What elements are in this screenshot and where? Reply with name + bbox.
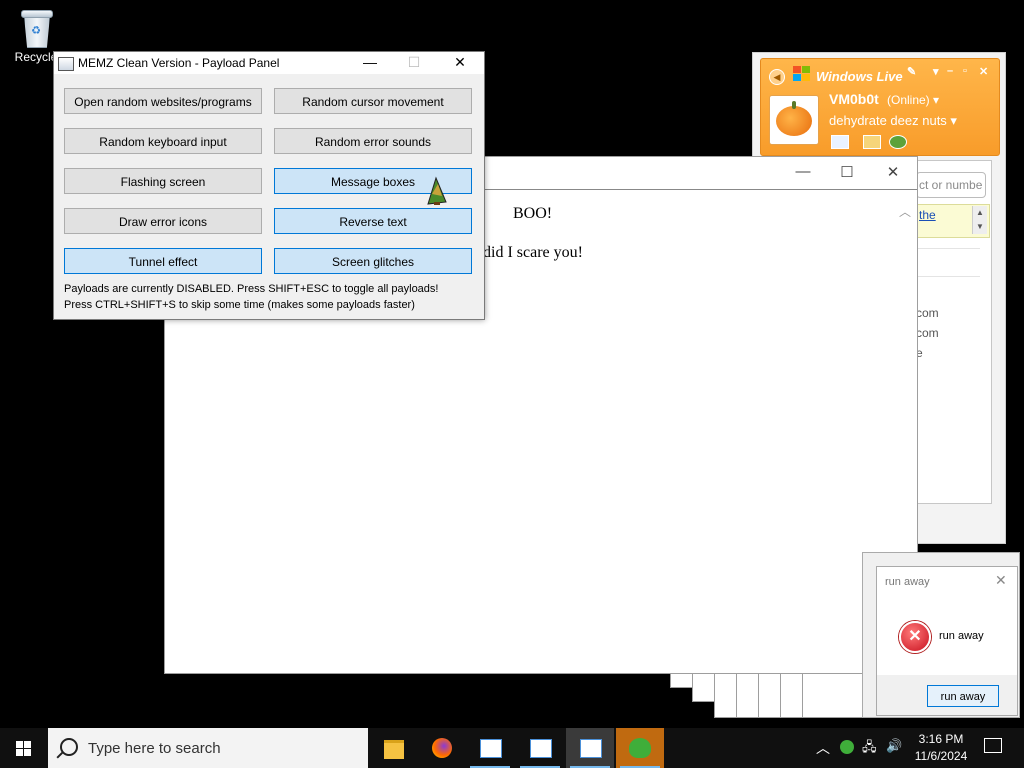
contact-row[interactable]: com	[916, 326, 939, 340]
taskbar-app-window[interactable]	[516, 728, 564, 768]
payload-status-note: Payloads are currently DISABLED. Press S…	[64, 283, 439, 295]
skip-time-note: Press CTRL+SHIFT+S to skip some time (ma…	[64, 299, 415, 311]
dialog-message: run away	[939, 630, 984, 642]
scroll-up-icon[interactable]: ︿	[899, 203, 911, 220]
close-icon[interactable]: ✕	[871, 163, 915, 181]
personal-message-text: dehydrate deez nuts	[829, 113, 947, 128]
close-icon[interactable]: ✕	[438, 54, 482, 71]
messenger-ad-scrollbar[interactable]: ▲ ▼	[972, 206, 987, 234]
payload-button-draw-error-icons[interactable]: Draw error icons	[64, 208, 262, 234]
payload-button-open-random-websites[interactable]: Open random websites/programs	[64, 88, 262, 114]
windows-flag-icon	[793, 66, 811, 82]
notification-icon[interactable]	[984, 738, 1002, 753]
clock-date: 11/6/2024	[914, 749, 968, 763]
window-icon	[580, 739, 602, 758]
messenger-tools-icon[interactable]: ✎	[907, 65, 916, 78]
window-icon	[480, 739, 502, 758]
minimize-icon[interactable]: –	[947, 65, 953, 77]
messenger-search-input[interactable]: ct or numbe	[916, 172, 986, 198]
app-icon	[58, 57, 74, 71]
show-hidden-icons[interactable]: ︿	[816, 738, 830, 758]
search-placeholder: Type here to search	[88, 740, 221, 757]
boo-heading: BOO!	[513, 205, 553, 222]
payload-button-random-error-sounds[interactable]: Random error sounds	[274, 128, 472, 154]
network-icon[interactable]: 🖧	[862, 738, 877, 760]
messenger-search-placeholder: ct or numbe	[919, 178, 983, 192]
windows-start-icon	[16, 741, 32, 756]
cursor-icon	[427, 176, 447, 205]
taskbar-search-input[interactable]: Type here to search	[48, 728, 368, 768]
close-icon[interactable]: ✕	[995, 572, 1007, 589]
firefox-icon	[432, 738, 452, 758]
messenger-header: ◀ Windows Live ✎ ▾ – ▫ ✕ VM0b0t (Online)…	[760, 58, 1000, 156]
run-away-dialog: run away ✕ ✕ run away run away	[876, 566, 1018, 716]
maximize-icon[interactable]: ▫	[963, 65, 967, 77]
payload-button-random-keyboard[interactable]: Random keyboard input	[64, 128, 262, 154]
back-icon[interactable]: ◀	[769, 69, 785, 85]
volume-icon[interactable]: 🔊	[886, 738, 902, 754]
search-icon-handle	[56, 751, 64, 759]
contact-row[interactable]: com	[916, 306, 939, 320]
error-icon: ✕	[899, 621, 931, 653]
close-icon[interactable]: ✕	[979, 65, 988, 78]
memz-title: MEMZ Clean Version - Payload Panel	[78, 56, 280, 70]
memz-payload-panel: MEMZ Clean Version - Payload Panel — ☐ ✕…	[53, 51, 485, 320]
taskbar-firefox[interactable]	[418, 728, 466, 768]
taskbar-file-explorer[interactable]	[370, 728, 418, 768]
boo-subtext: did I scare you!	[483, 244, 583, 261]
messenger-menu-icon[interactable]: ▾	[933, 65, 939, 78]
msn-icon[interactable]	[889, 135, 907, 149]
messenger-tray-icon[interactable]	[840, 740, 854, 754]
divider	[916, 248, 980, 249]
maximize-icon: ☐	[407, 54, 421, 70]
messenger-status[interactable]: (Online) ▾	[887, 93, 939, 107]
payload-button-tunnel-effect[interactable]: Tunnel effect	[64, 248, 262, 274]
payload-button-screen-glitches[interactable]: Screen glitches	[274, 248, 472, 274]
start-button[interactable]	[0, 728, 48, 768]
payload-button-flashing-screen[interactable]: Flashing screen	[64, 168, 262, 194]
window-icon	[530, 739, 552, 758]
status-text: (Online)	[887, 93, 930, 107]
maximize-icon[interactable]: ☐	[825, 163, 869, 181]
folder-icon	[384, 740, 404, 759]
dialog-title: run away	[885, 576, 930, 588]
taskbar-app-window-active[interactable]	[566, 728, 614, 768]
run-away-button[interactable]: run away	[927, 685, 999, 707]
taskbar-messenger[interactable]	[616, 728, 664, 768]
clock-time: 3:16 PM	[918, 732, 964, 746]
minimize-icon[interactable]: —	[781, 163, 825, 180]
personal-message[interactable]: dehydrate deez nuts ▾	[829, 113, 957, 129]
payload-button-reverse-text[interactable]: Reverse text	[274, 208, 472, 234]
messenger-ad-link[interactable]: the	[919, 208, 936, 222]
messenger-title: Windows Live	[816, 69, 903, 84]
folder-icon[interactable]	[863, 135, 881, 149]
messenger-icon	[629, 738, 651, 758]
avatar[interactable]	[769, 95, 819, 145]
mail-icon[interactable]	[831, 135, 849, 149]
minimize-icon[interactable]: —	[348, 54, 392, 70]
messenger-username: VM0b0t	[829, 91, 879, 107]
divider	[916, 276, 980, 277]
taskbar-clock[interactable]: 3:16 PM 11/6/2024	[908, 731, 974, 765]
payload-button-random-cursor[interactable]: Random cursor movement	[274, 88, 472, 114]
recycle-bin-icon: ♻	[19, 8, 53, 48]
taskbar-app-window[interactable]	[466, 728, 514, 768]
